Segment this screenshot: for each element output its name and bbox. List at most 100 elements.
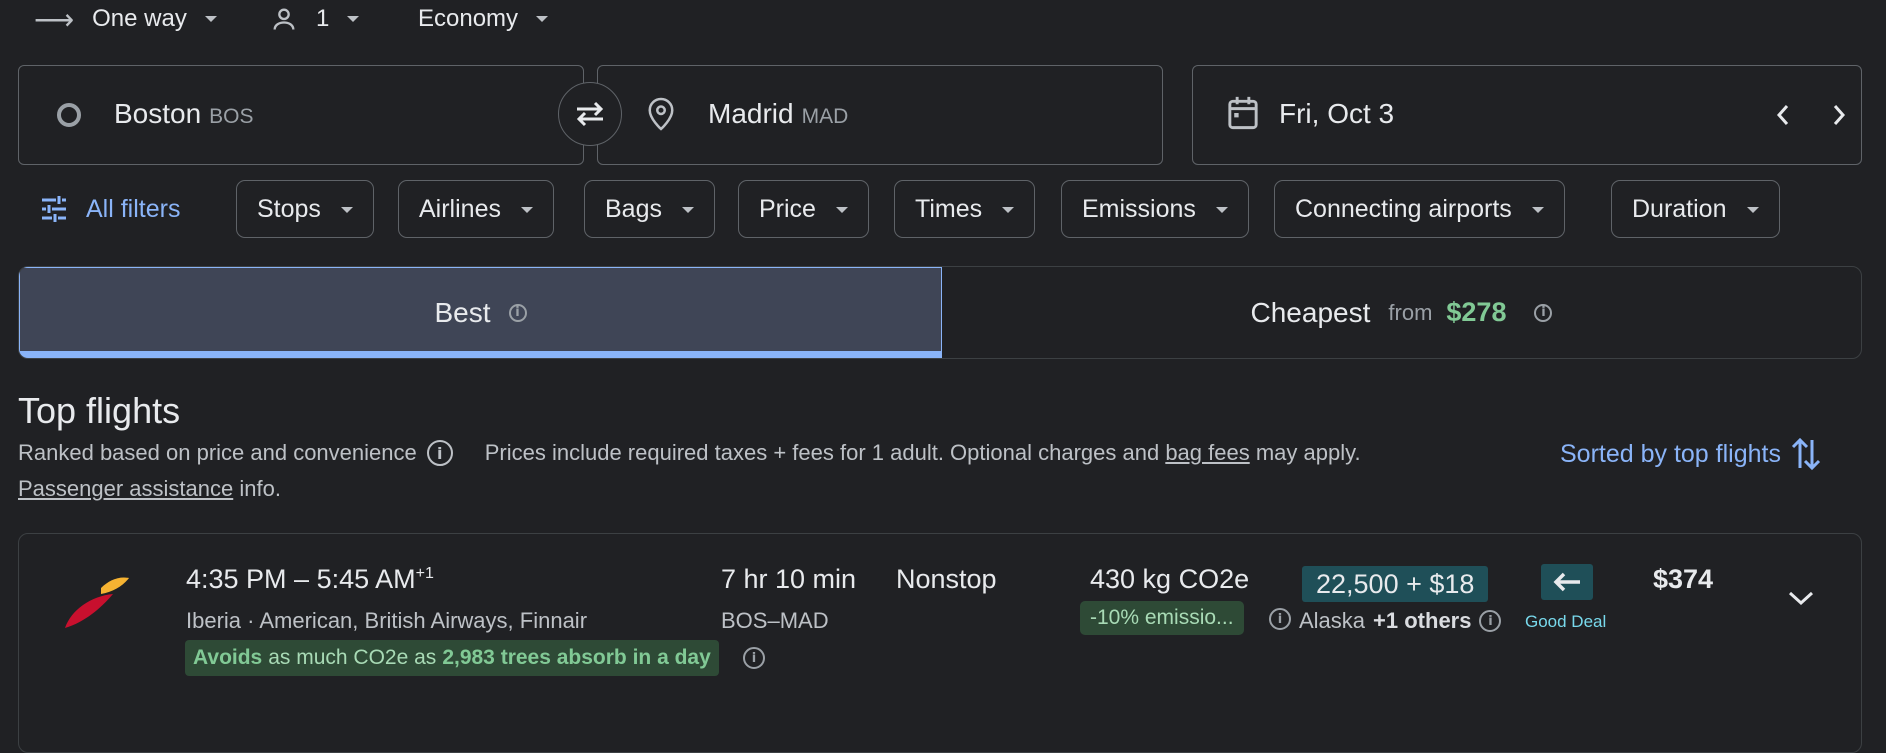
chevron-down-icon xyxy=(835,207,848,213)
filter-price[interactable]: Price xyxy=(738,180,869,238)
origin-value: Boston BOS xyxy=(114,98,254,129)
arrow-right-icon: ⟶ xyxy=(34,3,75,35)
swap-arrows-icon xyxy=(576,101,604,127)
chip-label: Times xyxy=(915,194,983,223)
avoid-trees: 2,983 trees absorb in a day xyxy=(442,646,711,669)
origin-circle-icon xyxy=(57,103,81,127)
prices-note: Prices include required taxes + fees for… xyxy=(484,440,1160,465)
date-value: Fri, Oct 3 xyxy=(1279,98,1395,129)
emissions-text: 430 kg CO2e xyxy=(1090,564,1250,594)
expand-button[interactable] xyxy=(1779,576,1823,620)
calendar-icon xyxy=(1228,96,1258,130)
ranked-text: Ranked based on price and convenience xyxy=(18,440,417,465)
chip-label: Connecting airports xyxy=(1295,194,1512,223)
flight-card[interactable]: 4:35 PM – 5:45 AM+1 Iberia · American, B… xyxy=(18,533,1862,753)
cheapest-price: $278 xyxy=(1446,297,1507,327)
chip-label: Duration xyxy=(1632,194,1727,223)
tune-sliders-icon xyxy=(42,196,66,222)
all-filters-button[interactable]: All filters xyxy=(40,180,180,238)
deal-label: Good Deal xyxy=(1525,612,1607,631)
chevron-down-icon xyxy=(1215,207,1228,213)
times-text: 4:35 PM – 5:45 AM xyxy=(186,564,416,594)
route-text: BOS–MAD xyxy=(721,608,829,633)
from-label: from xyxy=(1388,299,1433,325)
duration-text: 7 hr 10 min xyxy=(721,564,857,594)
chevron-down-icon xyxy=(681,207,694,213)
bag-fees-link[interactable]: bag fees xyxy=(1165,440,1249,466)
prices-note-tail: may apply. xyxy=(1255,440,1361,465)
filter-times[interactable]: Times xyxy=(894,180,1036,238)
chevron-down-icon xyxy=(340,207,353,213)
emissions-badge: -10% emissio... xyxy=(1080,601,1244,635)
program-others: +1 others xyxy=(1373,608,1472,633)
chip-label: Bags xyxy=(605,194,662,223)
filter-stops[interactable]: Stops xyxy=(236,180,374,238)
all-filters-label: All filters xyxy=(86,194,181,223)
tab-cheapest[interactable]: Cheapest from $278 i xyxy=(942,267,1861,358)
chevron-down-icon xyxy=(536,16,549,22)
iberia-logo xyxy=(65,577,129,628)
program-name: Alaska xyxy=(1299,608,1366,633)
trip-type-select[interactable]: ⟶ One way xyxy=(34,0,217,38)
chip-label: Stops xyxy=(257,194,321,223)
chevron-down-icon xyxy=(347,16,360,22)
sort-label: Sorted by top flights xyxy=(1560,439,1781,468)
next-date-button[interactable] xyxy=(1819,92,1859,138)
ranking-note: Ranked based on price and convenience i … xyxy=(18,440,1361,466)
person-icon xyxy=(273,8,295,30)
cabin-label: Economy xyxy=(418,5,519,32)
chevron-left-icon xyxy=(1776,105,1789,125)
destination-field[interactable]: Madrid MAD xyxy=(597,65,1163,165)
points-program: Alaska +1 others i xyxy=(1299,608,1502,634)
flight-times: 4:35 PM – 5:45 AM+1 xyxy=(186,564,434,595)
stops-text: Nonstop xyxy=(896,564,997,594)
filter-duration[interactable]: Duration xyxy=(1611,180,1780,238)
co2-avoid-badge: Avoids as much CO2e as 2,983 trees absor… xyxy=(185,640,719,676)
chevron-down-icon xyxy=(520,207,533,213)
date-field[interactable]: Fri, Oct 3 xyxy=(1192,65,1862,165)
cabin-select[interactable]: Economy xyxy=(418,0,549,38)
sort-tabs: Best i Cheapest from $278 i xyxy=(18,266,1862,359)
passenger-note-tail: info. xyxy=(239,476,281,501)
info-icon[interactable]: i xyxy=(1479,610,1502,632)
chip-label: Price xyxy=(759,194,816,223)
chevron-down-icon xyxy=(1531,207,1544,213)
chevron-right-icon xyxy=(1833,105,1846,125)
destination-value: Madrid MAD xyxy=(708,98,849,129)
chip-label: Emissions xyxy=(1082,194,1196,223)
info-icon[interactable]: i xyxy=(426,440,453,466)
origin-field[interactable]: Boston BOS xyxy=(18,65,584,165)
tab-best-label: Best xyxy=(434,296,491,328)
chevron-down-icon xyxy=(1788,591,1814,606)
swap-button[interactable] xyxy=(558,82,622,146)
filter-connecting-airports[interactable]: Connecting airports xyxy=(1274,180,1565,238)
chevron-down-icon xyxy=(204,16,217,22)
chevron-down-icon xyxy=(1746,207,1759,213)
tab-best[interactable]: Best i xyxy=(19,267,942,358)
passenger-assistance-link[interactable]: Passenger assistance xyxy=(18,476,233,501)
location-pin-icon xyxy=(648,97,674,131)
section-title: Top flights xyxy=(18,390,181,431)
passengers-count: 1 xyxy=(316,5,330,32)
filter-airlines[interactable]: Airlines xyxy=(398,180,554,238)
previous-date-button[interactable] xyxy=(1763,92,1803,138)
info-icon[interactable]: i xyxy=(743,647,765,669)
sort-button[interactable]: Sorted by top flights xyxy=(1560,436,1821,472)
info-icon[interactable]: i xyxy=(508,303,527,322)
filter-emissions[interactable]: Emissions xyxy=(1061,180,1249,238)
arrow-left-icon xyxy=(1553,572,1580,592)
trip-type-label: One way xyxy=(92,5,187,32)
points-badge: 22,500 + $18 xyxy=(1302,566,1489,602)
filter-bags[interactable]: Bags xyxy=(584,180,715,238)
deal-indicator xyxy=(1541,564,1593,600)
info-icon[interactable]: i xyxy=(1269,608,1291,630)
chip-label: Airlines xyxy=(419,194,501,223)
tab-cheapest-label: Cheapest xyxy=(1250,296,1371,328)
sort-arrows-icon xyxy=(1791,437,1821,471)
passengers-select[interactable]: 1 xyxy=(270,0,360,38)
chevron-down-icon xyxy=(1002,207,1015,213)
avoid-strong: Avoids xyxy=(193,646,263,669)
airlines-text: Iberia · American, British Airways, Finn… xyxy=(186,608,588,633)
info-icon[interactable]: i xyxy=(1534,303,1553,322)
passenger-note: Passenger assistance info. xyxy=(18,476,281,502)
